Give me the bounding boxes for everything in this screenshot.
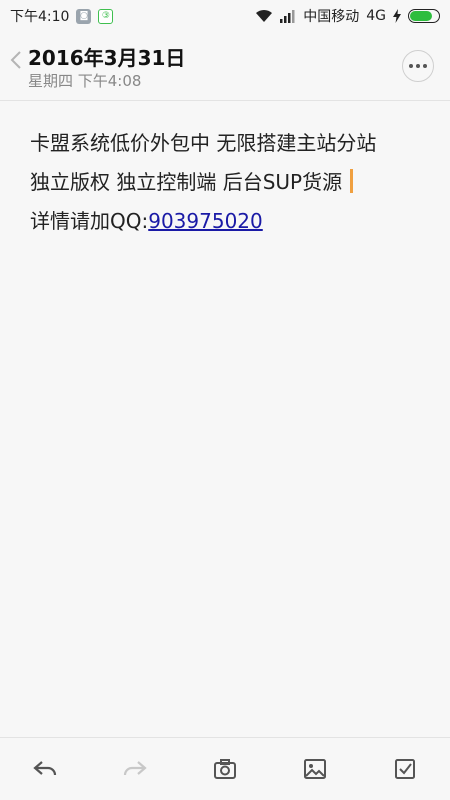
status-time: 下午4:10: [10, 9, 70, 25]
notification-app-icon: ◙: [76, 8, 92, 24]
conversation-header: 2016年3月31日 星期四 下午4:08: [0, 32, 450, 101]
message-line-3: 详情请加QQ:903975020: [30, 202, 420, 241]
more-dot-icon: [416, 64, 420, 68]
message-line-2: 独立版权 独立控制端 后台SUP货源: [30, 163, 420, 202]
signal-icon: [280, 10, 295, 23]
qq-number-link[interactable]: 903975020: [148, 209, 263, 233]
charging-icon: [393, 9, 401, 23]
select-button[interactable]: [383, 747, 427, 791]
checkbox-icon: [395, 759, 415, 779]
status-right: 中国移动 4G: [255, 6, 440, 26]
forward-button[interactable]: [113, 747, 157, 791]
more-dot-icon: [423, 64, 427, 68]
reply-button[interactable]: [23, 747, 67, 791]
message-body[interactable]: 卡盟系统低价外包中 无限搭建主站分站 独立版权 独立控制端 后台SUP货源 详情…: [30, 124, 420, 241]
carrier-name: 中国移动: [303, 9, 360, 25]
image-button[interactable]: [293, 747, 337, 791]
wifi-icon: [256, 9, 273, 22]
status-left: 下午4:10 ◙ ③: [10, 6, 114, 26]
reply-icon: [33, 761, 57, 776]
camera-icon: [214, 759, 236, 779]
image-icon: [304, 759, 326, 779]
battery-level-fill: [410, 11, 433, 21]
chevron-left-icon: [10, 51, 21, 69]
notification-green-icon: ③: [98, 8, 114, 24]
bottom-toolbar: [0, 737, 450, 800]
message-line-3-prefix: 详情请加QQ:: [30, 209, 149, 233]
message-timestamp: 星期四 下午4:08: [28, 72, 142, 90]
camera-button[interactable]: [203, 747, 247, 791]
battery-icon: [408, 9, 440, 23]
text-cursor: [350, 169, 354, 193]
page-title: 2016年3月31日: [28, 46, 186, 70]
forward-icon: [123, 761, 147, 776]
message-line-1: 卡盟系统低价外包中 无限搭建主站分站: [30, 131, 377, 155]
network-type: 4G: [366, 8, 386, 24]
back-button[interactable]: [6, 46, 26, 74]
more-dot-icon: [409, 64, 413, 68]
more-options-button[interactable]: [402, 50, 434, 82]
message-line-2-text: 独立版权 独立控制端 后台SUP货源: [30, 170, 349, 194]
status-bar: 下午4:10 ◙ ③ 中国移动 4G: [0, 0, 450, 32]
